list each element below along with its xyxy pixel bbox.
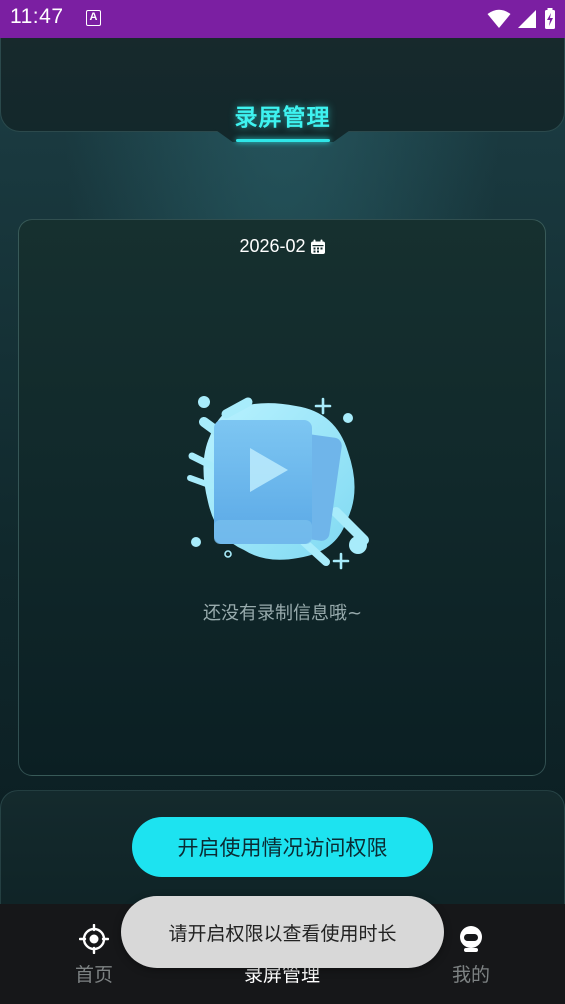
empty-message: 还没有录制信息哦~ (202, 603, 363, 624)
nav-label-profile: 我的 (451, 964, 490, 986)
status-bar: 11:47 A (0, 0, 565, 38)
status-icons (487, 8, 557, 30)
battery-charging-icon (545, 8, 555, 29)
a-font-icon: A (86, 10, 101, 26)
calendar-icon[interactable] (310, 239, 326, 255)
permission-toast: 请开启权限以查看使用时长 (121, 896, 444, 968)
nav-label-home: 首页 (74, 964, 113, 986)
target-icon (79, 924, 109, 954)
status-time: 11:47 (10, 5, 64, 28)
page-title: 录屏管理 (234, 105, 331, 131)
enable-usage-access-button[interactable]: 开启使用情况访问权限 (132, 817, 433, 877)
header-glow-line (236, 139, 330, 142)
signal-icon (518, 10, 536, 28)
video-empty-illustration (187, 396, 369, 570)
date-filter[interactable]: 2026-02 (0, 236, 565, 257)
date-filter-value[interactable]: 2026-02 (239, 236, 305, 257)
profile-icon (460, 926, 482, 952)
wifi-icon (487, 9, 511, 28)
